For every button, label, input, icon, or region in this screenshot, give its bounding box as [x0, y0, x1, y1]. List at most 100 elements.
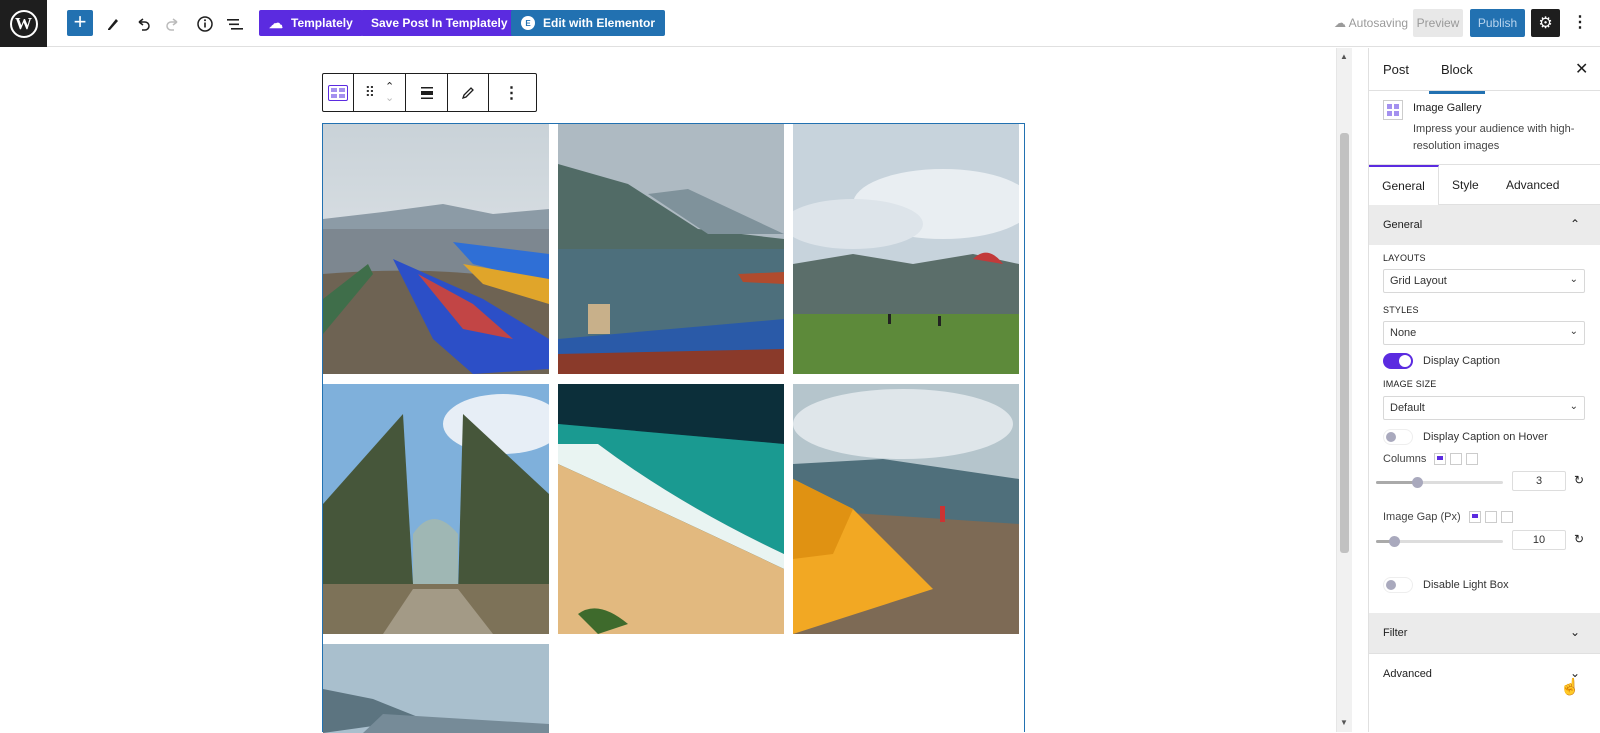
general-panel-header[interactable]: General ⌃	[1369, 205, 1600, 245]
add-block-button[interactable]: +	[67, 10, 93, 36]
image-gallery-block[interactable]	[322, 123, 1025, 733]
block-toolbar: ⠿ ⌃ ⌄ ⋮	[322, 73, 537, 112]
gallery-image-temple-gate[interactable]	[323, 384, 549, 634]
display-caption-toggle[interactable]	[1383, 353, 1413, 369]
gallery-image-lake-boats[interactable]	[323, 124, 549, 374]
tab-block[interactable]: Block	[1429, 62, 1485, 94]
move-up-down-icon[interactable]: ⌃ ⌄	[385, 81, 394, 104]
image-gap-label: Image Gap (Px)	[1383, 511, 1461, 523]
styles-label: STYLES	[1383, 305, 1419, 315]
gallery-image-lake-fisherman[interactable]	[558, 124, 784, 374]
autosaving-status: ☁ Autosaving	[1334, 16, 1408, 30]
disable-lightbox-toggle[interactable]	[1383, 577, 1413, 593]
columns-slider-fill	[1376, 481, 1417, 484]
display-caption-row: Display Caption	[1383, 353, 1500, 369]
scrollbar-thumb[interactable]	[1340, 133, 1349, 553]
styles-select[interactable]: None ⌄	[1383, 321, 1585, 345]
drag-handle-icon[interactable]: ⠿	[365, 84, 375, 101]
cloud-icon: ☁	[1334, 16, 1346, 30]
filter-panel-header[interactable]: Filter ⌄	[1369, 613, 1600, 653]
redo-icon[interactable]	[159, 10, 187, 38]
desktop-icon[interactable]	[1468, 511, 1481, 523]
block-options-button[interactable]: ⋮	[489, 74, 534, 111]
edit-with-elementor-button[interactable]: E Edit with Elementor	[511, 10, 666, 36]
disable-lightbox-label: Disable Light Box	[1423, 579, 1509, 591]
preview-button[interactable]: Preview	[1413, 9, 1463, 37]
general-panel-title: General	[1383, 219, 1423, 231]
image-size-select[interactable]: Default ⌄	[1383, 396, 1585, 420]
save-in-templately-button[interactable]: Save Post In Templately	[361, 10, 518, 36]
image-gallery-icon	[1383, 100, 1403, 120]
block-description: Impress your audience with high-resoluti…	[1413, 123, 1575, 152]
gallery-image-beach-aerial[interactable]	[558, 384, 784, 634]
columns-slider[interactable]	[1376, 477, 1503, 488]
styles-value: None	[1390, 327, 1417, 339]
layouts-label: LAYOUTS	[1383, 253, 1426, 263]
hand-cursor-icon: ☝	[1560, 679, 1580, 696]
close-icon[interactable]: ✕	[1575, 59, 1588, 79]
move-controls: ⠿ ⌃ ⌄	[354, 74, 406, 111]
mobile-icon[interactable]	[1466, 453, 1479, 465]
caption-hover-row: Display Caption on Hover	[1383, 429, 1548, 445]
columns-label-row: Columns	[1383, 453, 1479, 465]
templately-cloud-icon: ☁	[269, 14, 283, 31]
undo-icon[interactable]	[129, 10, 157, 38]
tab-advanced[interactable]: Advanced	[1506, 178, 1559, 192]
list-view-icon[interactable]	[221, 10, 249, 38]
edit-gallery-button[interactable]	[448, 74, 489, 111]
chevron-down-icon: ⌄	[1569, 274, 1578, 285]
align-button[interactable]	[406, 74, 448, 111]
tablet-icon[interactable]	[1450, 453, 1463, 465]
columns-slider-handle[interactable]	[1412, 477, 1423, 488]
gallery-image-paragliding-field[interactable]	[793, 124, 1019, 374]
general-panel-body: LAYOUTS Grid Layout ⌄ STYLES None ⌄ Disp…	[1369, 245, 1600, 605]
info-icon[interactable]	[191, 10, 219, 38]
image-gap-input[interactable]: 10	[1512, 530, 1566, 550]
columns-label: Columns	[1383, 453, 1427, 465]
chevron-down-icon: ⌄	[1569, 326, 1578, 337]
inspector-tabs: General Style Advanced	[1369, 165, 1600, 205]
image-gap-reset-icon[interactable]: ↻	[1574, 532, 1584, 546]
tab-style[interactable]: Style	[1452, 178, 1479, 192]
tab-general[interactable]: General	[1369, 165, 1439, 205]
scroll-up-arrow-icon[interactable]: ▲	[1340, 52, 1348, 61]
elementor-label: Edit with Elementor	[543, 16, 656, 30]
image-size-label: IMAGE SIZE	[1383, 379, 1437, 389]
image-gap-slider-handle[interactable]	[1389, 536, 1400, 547]
columns-input[interactable]: 3	[1512, 471, 1566, 491]
block-title: Image Gallery	[1413, 102, 1482, 114]
sidebar-tabs: Post Block ✕	[1369, 48, 1600, 94]
settings-gear-icon[interactable]: ⚙	[1531, 9, 1560, 37]
mobile-icon[interactable]	[1500, 511, 1513, 523]
columns-reset-icon[interactable]: ↻	[1574, 473, 1584, 487]
publish-button[interactable]: Publish	[1470, 9, 1525, 37]
more-options-icon[interactable]: ⋮	[1572, 12, 1588, 32]
desktop-icon[interactable]	[1434, 453, 1447, 465]
align-icon	[420, 86, 433, 99]
disable-lightbox-row: Disable Light Box	[1383, 577, 1509, 593]
advanced-panel-title: Advanced	[1383, 668, 1432, 680]
editor-scrollbar[interactable]: ▲ ▼	[1336, 48, 1352, 732]
autosaving-label: Autosaving	[1348, 16, 1409, 30]
gallery-image-yellow-tent[interactable]	[793, 384, 1019, 634]
image-gap-slider[interactable]	[1376, 536, 1503, 547]
display-caption-label: Display Caption	[1423, 355, 1501, 367]
layouts-value: Grid Layout	[1390, 275, 1447, 287]
gallery-image-lake-mountain[interactable]	[323, 644, 549, 733]
pencil-icon	[461, 86, 474, 99]
more-vertical-icon: ⋮	[503, 84, 520, 102]
caption-hover-toggle[interactable]	[1383, 429, 1413, 445]
edit-tools-icon[interactable]	[99, 10, 127, 38]
caption-hover-label: Display Caption on Hover	[1423, 431, 1548, 443]
templately-label: Templately	[291, 16, 353, 30]
wordpress-logo-icon[interactable]: W	[0, 0, 47, 47]
layouts-select[interactable]: Grid Layout ⌄	[1383, 269, 1585, 293]
templately-button[interactable]: ☁ Templately	[259, 10, 363, 36]
tablet-icon[interactable]	[1484, 511, 1497, 523]
image-size-value: Default	[1390, 402, 1425, 414]
scroll-down-arrow-icon[interactable]: ▼	[1340, 718, 1348, 727]
elementor-icon: E	[521, 16, 535, 30]
tab-post[interactable]: Post	[1383, 62, 1409, 77]
block-type-button[interactable]	[323, 74, 354, 111]
editor-top-bar: W + ☁ Templately Save Post In Templately…	[0, 0, 1600, 47]
